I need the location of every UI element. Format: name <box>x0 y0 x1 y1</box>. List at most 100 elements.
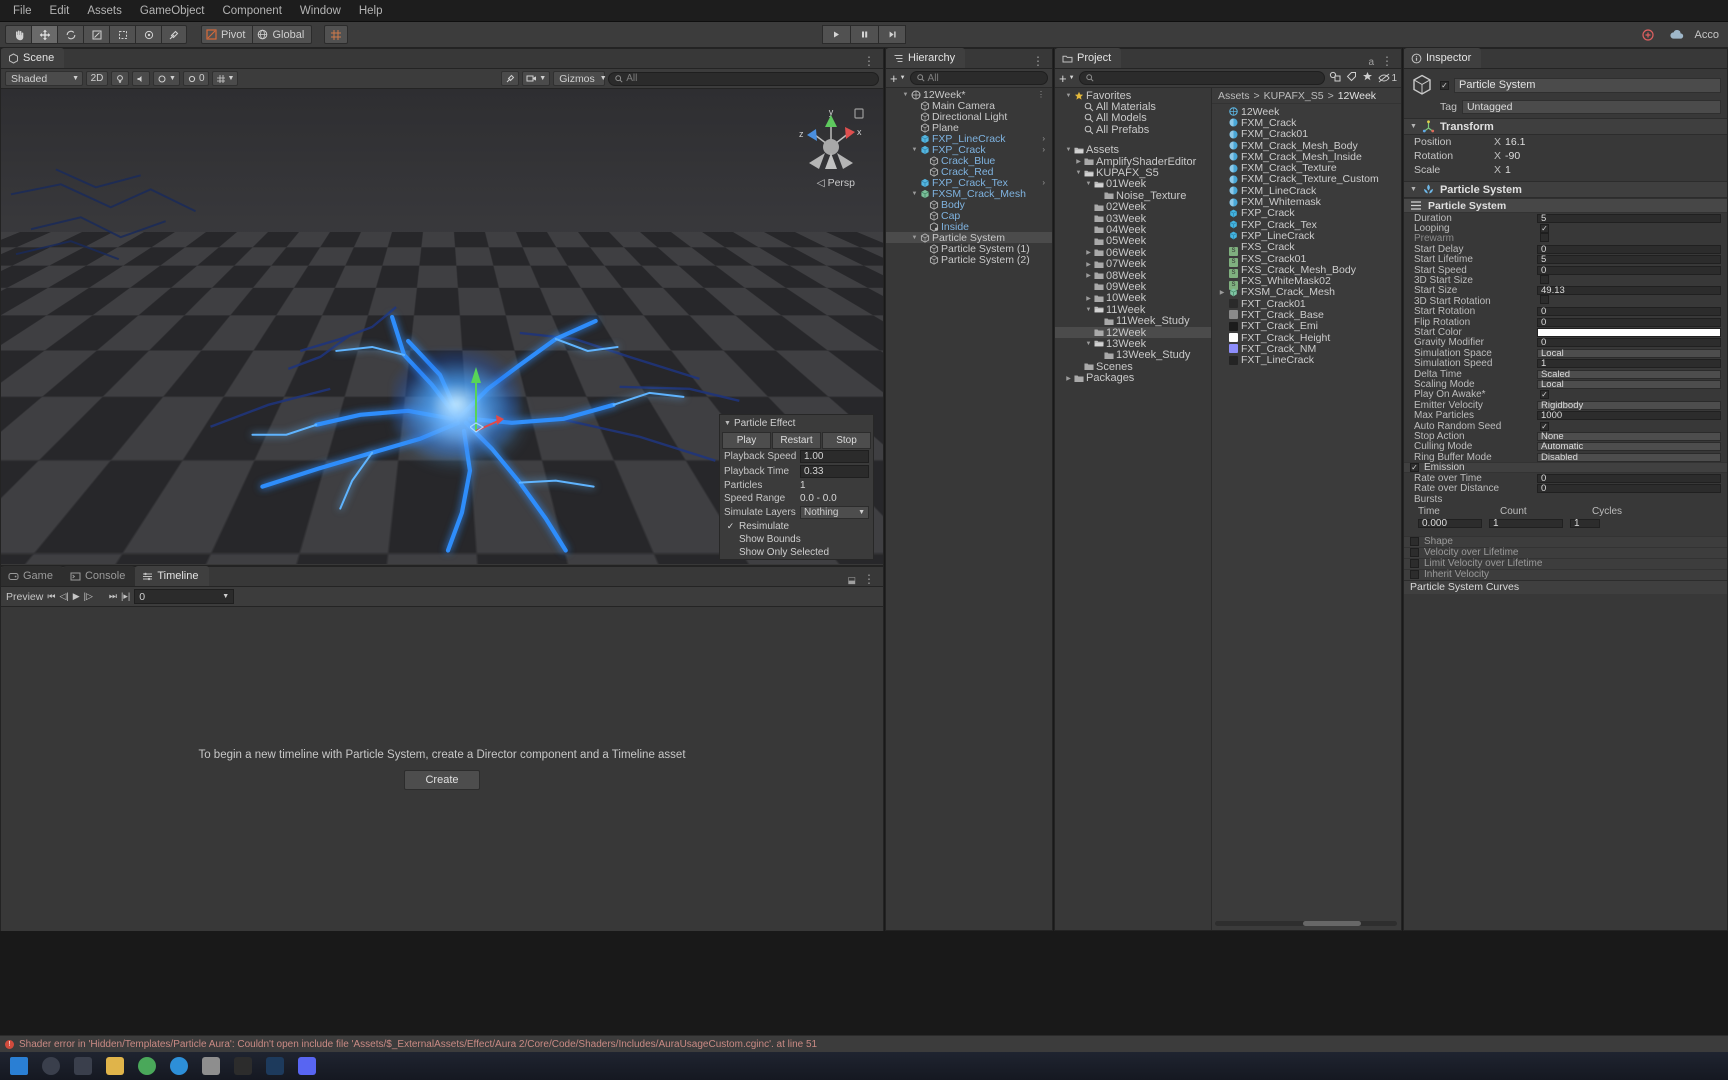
ps-main-checkbox-play-on-awake[interactable]: ✓ <box>1540 390 1549 400</box>
timeline-next-frame-icon[interactable]: |▷ <box>84 591 93 602</box>
scene-search-input[interactable]: All <box>608 71 879 86</box>
transform-collapse-icon[interactable]: ▼ <box>1410 123 1417 130</box>
grid-snap-icon[interactable] <box>324 25 349 44</box>
hierarchy-item-cap[interactable]: ▼Cap <box>886 210 1052 222</box>
pe-show-only-selected-checkbox[interactable] <box>726 548 735 557</box>
ps-main-checkbox-auto-random-seed[interactable]: ✓ <box>1540 421 1549 431</box>
hierarchy-item-particle-system-2[interactable]: ▼Particle System (2) <box>886 254 1052 266</box>
notepad-icon[interactable] <box>202 1057 220 1075</box>
pe-dropdown-simulate-layers[interactable]: Nothing ▼ <box>800 506 869 519</box>
tab-inspector[interactable]: Inspector <box>1404 48 1482 68</box>
pe-check-show-only-selected[interactable]: Show Only Selected <box>720 546 873 559</box>
project-horizontal-scrollbar[interactable] <box>1215 921 1397 926</box>
tab-scene[interactable]: Scene <box>1 48 65 68</box>
hierarchy-item-particle-system-1[interactable]: ▼Particle System (1) <box>886 243 1052 255</box>
account-button[interactable]: Acco <box>1695 29 1719 41</box>
project-add-button[interactable]: + ▼ <box>1059 72 1075 85</box>
project-tree-item-05week[interactable]: ▼05Week <box>1055 235 1211 247</box>
ps-main-dropdown-simulation-space[interactable]: Local <box>1537 348 1721 359</box>
timeline-frame-input[interactable]: 0 ▼ <box>134 589 235 604</box>
asset-item-fxm-crack[interactable]: ▶FXM_Crack <box>1212 117 1401 129</box>
asset-item-fxm-crack-mesh-inside[interactable]: ▶FXM_Crack_Mesh_Inside <box>1212 151 1401 163</box>
hierarchy-item-12week[interactable]: ▼ 12Week* ⋮ <box>886 89 1052 101</box>
prefab-open-chevron-icon[interactable]: › <box>1042 134 1052 143</box>
project-search-input[interactable] <box>1078 71 1326 85</box>
collab-icon[interactable] <box>1637 25 1659 44</box>
custom-tool-icon[interactable] <box>161 25 187 44</box>
project-tree-item-07week[interactable]: ▶ 07Week <box>1055 258 1211 270</box>
ps-module-checkbox-inherit-velocity[interactable] <box>1410 570 1419 580</box>
ps-main-value-start-rotation[interactable]: 0 <box>1537 306 1721 317</box>
step-button[interactable] <box>878 25 906 44</box>
pe-value-playback-time[interactable]: 0.33 <box>800 465 869 478</box>
rotation-x-value[interactable]: -90 <box>1505 150 1721 162</box>
project-tree-item-all-materials[interactable]: ▼All Materials <box>1055 101 1211 113</box>
pe-stop-button[interactable]: Stop <box>822 432 871 449</box>
burst-cycles-value[interactable]: 1 <box>1570 518 1600 529</box>
project-tree-item-kupafx-s5[interactable]: ▼ KUPAFX_S5 <box>1055 167 1211 179</box>
play-button[interactable] <box>822 25 850 44</box>
hierarchy-add-button[interactable]: + ▼ <box>890 72 906 85</box>
timeline-first-frame-icon[interactable]: ⏮ <box>47 591 55 602</box>
scene-grid-dropdown[interactable]: ▼ <box>211 71 239 86</box>
ps-module-checkbox-shape[interactable] <box>1410 537 1419 547</box>
object-name-input[interactable]: Particle System <box>1454 77 1721 93</box>
breadcrumb-kupafx[interactable]: KUPAFX_S5 <box>1264 90 1324 102</box>
timeline-create-button[interactable]: Create <box>404 769 480 790</box>
project-expand-icon[interactable]: ▶ <box>1085 295 1092 302</box>
burst-time-value[interactable]: 0.000 <box>1418 518 1482 529</box>
asset-item-fxt-crack-base[interactable]: ▶FXT_Crack_Base <box>1212 309 1401 321</box>
ps-main-value-simulation-speed[interactable]: 1 <box>1537 358 1721 369</box>
project-tree-item-03week[interactable]: ▼03Week <box>1055 213 1211 225</box>
move-tool-icon[interactable] <box>31 25 57 44</box>
cloud-icon[interactable] <box>1666 25 1688 44</box>
ps-main-value-gravity-modifier[interactable]: 0 <box>1537 337 1721 348</box>
asset-item-fxt-crack-nm[interactable]: ▶FXT_Crack_NM <box>1212 343 1401 355</box>
ps-main-dropdown-emitter-velocity[interactable]: Rigidbody <box>1537 400 1721 411</box>
hierarchy-item-fxp-crack-tex[interactable]: ▼FXP_Crack_Tex› <box>886 177 1052 189</box>
breadcrumb-assets[interactable]: Assets <box>1218 90 1250 102</box>
asset-item-fxs-crack[interactable]: ▶SFXS_Crack <box>1212 241 1401 256</box>
hidden-packages-toggle[interactable]: 1 <box>1378 73 1397 84</box>
ps-main-value-max-particles[interactable]: 1000 <box>1537 410 1721 421</box>
tag-dropdown[interactable]: Untagged <box>1461 100 1721 114</box>
project-expand-icon[interactable]: ▼ <box>1065 93 1072 99</box>
menu-item-assets[interactable]: Assets <box>78 3 131 19</box>
ps-main-value-start-delay[interactable]: 0 <box>1537 244 1721 255</box>
ps-module-checkbox-velocity-over-lifetime[interactable] <box>1410 548 1419 558</box>
scene-camera-dropdown[interactable]: ▼ <box>522 71 551 86</box>
project-expand-icon[interactable]: ▼ <box>1075 170 1082 176</box>
emission-module-header[interactable]: ✓ Emission <box>1404 462 1727 474</box>
hierarchy-expand-icon[interactable]: ▼ <box>902 92 909 98</box>
tab-timeline[interactable]: Timeline <box>135 566 209 586</box>
timeline-last-frame-icon[interactable]: ⏭ <box>109 591 117 602</box>
hand-tool-icon[interactable] <box>5 25 31 44</box>
ps-main-value-duration[interactable]: 5 <box>1537 213 1721 224</box>
pe-play-button[interactable]: Play <box>722 432 771 449</box>
burst-count-value[interactable]: 1 <box>1489 518 1563 529</box>
ps-module-limit-velocity-over-lifetime[interactable]: Limit Velocity over Lifetime <box>1404 557 1727 569</box>
toggle-2d-button[interactable]: 2D <box>86 71 108 86</box>
project-expand-icon[interactable]: ▼ <box>1085 181 1092 187</box>
ps-main-value-start-size[interactable]: 49.13 <box>1537 285 1721 296</box>
tab-hierarchy[interactable]: Hierarchy <box>886 48 966 68</box>
scene-viewport[interactable]: y x z ◁ Persp ▼ Particle Effect Play Res… <box>1 89 883 564</box>
ps-main-dropdown-stop-action[interactable]: None <box>1537 431 1721 442</box>
gizmos-dropdown[interactable]: Gizmos ▼ <box>553 71 607 86</box>
asset-item-fxs-crack-mesh-body[interactable]: ▶SFXS_Crack_Mesh_Body <box>1212 264 1401 279</box>
pe-restart-button[interactable]: Restart <box>772 432 821 449</box>
rect-tool-icon[interactable] <box>109 25 135 44</box>
ps-component-collapse-icon[interactable]: ▼ <box>1410 186 1417 193</box>
ps-main-value-start-lifetime[interactable]: 5 <box>1537 254 1721 265</box>
hierarchy-item-crack-red[interactable]: ▼Crack_Red <box>886 166 1052 178</box>
move-gizmo[interactable] <box>470 359 530 439</box>
search-icon[interactable] <box>42 1057 60 1075</box>
tab-game[interactable]: Game <box>1 566 63 586</box>
edge-icon[interactable] <box>170 1057 188 1075</box>
asset-item-fxm-whitemask[interactable]: ▶FXM_Whitemask <box>1212 196 1401 208</box>
project-tree-item-12week[interactable]: ▼12Week <box>1055 327 1211 339</box>
ps-module-inherit-velocity[interactable]: Inherit Velocity <box>1404 568 1727 580</box>
menu-item-help[interactable]: Help <box>350 3 392 19</box>
timeline-play-icon[interactable]: ▶ <box>73 591 80 602</box>
asset-item-fxm-crack01[interactable]: ▶FXM_Crack01 <box>1212 128 1401 140</box>
